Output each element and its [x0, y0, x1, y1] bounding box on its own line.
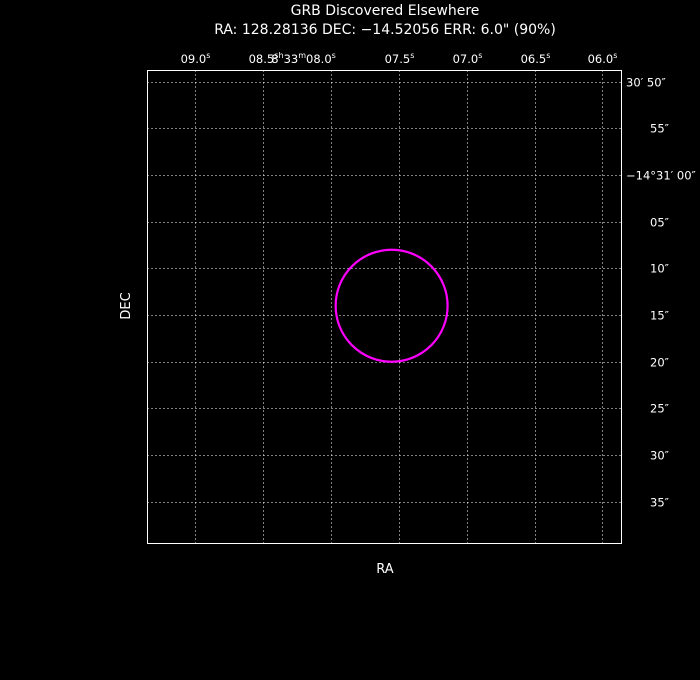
- y-tick-label: 30′ 50″: [626, 76, 667, 90]
- x-tick-label: 06.5s: [521, 51, 551, 66]
- error-circle-layer: [334, 248, 449, 363]
- x-tick-labels: 09.0s 08.5s8h33m08.0s 07.5s 07.0s 06.5s 06.0s: [181, 51, 618, 66]
- y-tick-labels: 30′ 50″ 55″ −14°31′ 00″ 05″ 10″ 15″ 20″ 25″ 30″ 3…: [626, 76, 697, 510]
- y-tick-label: 30″: [650, 449, 670, 463]
- y-tick-label: 05″: [650, 216, 670, 230]
- y-tick-label: 15″: [650, 309, 670, 323]
- y-axis-label: DEC: [119, 292, 134, 319]
- grb-localization-chart: GRB Discovered Elsewhere RA: 128.28136 D…: [119, 3, 697, 577]
- x-tick-label: 09.0s: [181, 51, 211, 66]
- x-tick-label: 07.0s: [453, 51, 483, 66]
- chart-title: GRB Discovered Elsewhere: [291, 3, 480, 19]
- y-tick-label: 20″: [650, 356, 670, 370]
- y-tick-label: 35″: [650, 496, 670, 510]
- y-tick-label: −14°31′ 00″: [626, 169, 697, 183]
- plot-frame: [147, 70, 622, 544]
- error-circle: [334, 248, 449, 363]
- chart-subtitle: RA: 128.28136 DEC: −14.52056 ERR: 6.0" (…: [214, 22, 556, 38]
- x-tick-label: 07.5s: [385, 51, 415, 66]
- x-axis-label: RA: [376, 562, 394, 577]
- y-tick-label: 10″: [650, 262, 670, 276]
- grid-lines: [147, 70, 622, 544]
- x-tick-label: 8h33m08.0s: [271, 51, 336, 66]
- y-tick-label: 25″: [650, 402, 670, 416]
- y-tick-label: 55″: [650, 122, 670, 136]
- x-tick-label: 06.0s: [588, 51, 618, 66]
